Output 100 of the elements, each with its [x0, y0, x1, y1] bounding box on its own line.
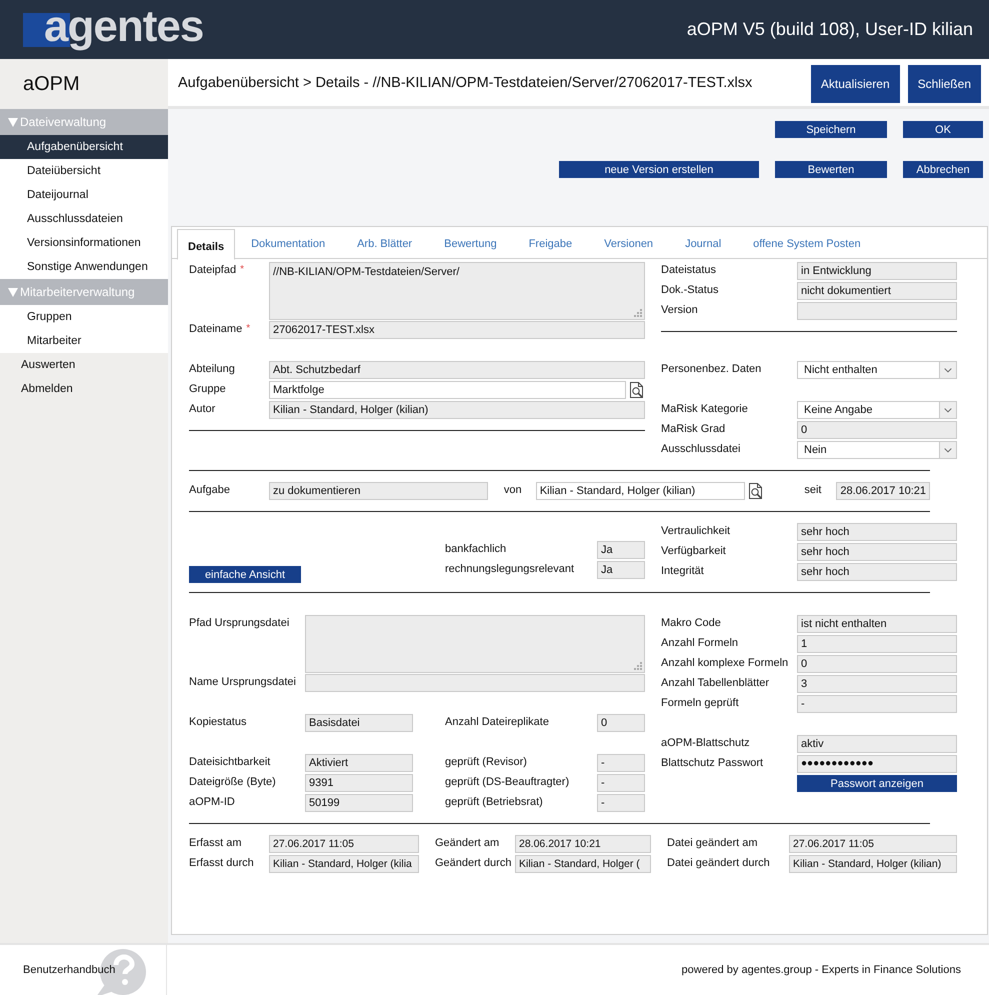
- sidebar-item[interactable]: Auswerten: [0, 353, 168, 377]
- toolbar-button[interactable]: Aktualisieren: [810, 64, 900, 102]
- readonly-field: -: [597, 774, 645, 792]
- field-label: Abteilung: [189, 363, 235, 375]
- readonly-field: zu dokumentieren: [269, 482, 488, 500]
- readonly-field: ist nicht enthalten: [797, 615, 957, 633]
- readonly-field: in Entwicklung: [797, 262, 957, 280]
- field-label: Vertraulichkeit: [661, 525, 730, 537]
- lookup-icon[interactable]: [628, 381, 645, 399]
- tab[interactable]: Bewertung: [428, 229, 513, 259]
- tab[interactable]: Dokumentation: [235, 229, 342, 259]
- readonly-field: Basisdatei: [305, 714, 413, 732]
- action-button[interactable]: OK: [903, 121, 983, 138]
- field-label: von: [504, 484, 522, 496]
- field-label: Verfügbarkeit: [661, 545, 726, 557]
- tab[interactable]: Details: [177, 229, 236, 260]
- action-button[interactable]: Speichern: [775, 121, 887, 138]
- field-label: Version: [661, 304, 698, 316]
- field-label: Dateipfad: [189, 264, 236, 276]
- field-label: Geändert durch: [435, 857, 512, 869]
- readonly-field: 27.06.2017 11:05: [269, 835, 419, 853]
- view-toggle-button[interactable]: einfache Ansicht: [189, 566, 301, 583]
- field-label: Makro Code: [661, 617, 721, 629]
- action-button[interactable]: Bewerten: [775, 161, 887, 178]
- readonly-field: Aktiviert: [305, 754, 413, 772]
- sidebar-item[interactable]: Dateiübersicht: [0, 159, 168, 183]
- field-label: seit: [804, 484, 822, 496]
- readonly-field: Ja: [597, 561, 645, 579]
- help-link[interactable]: Benutzerhandbuch: [23, 964, 116, 976]
- field-label: Anzahl Formeln: [661, 637, 738, 649]
- field-label: Anzahl Dateireplikate: [445, 716, 549, 728]
- field-label: Aufgabe: [189, 484, 230, 496]
- password-field: ●●●●●●●●●●●●: [797, 755, 957, 773]
- required-mark: *: [246, 323, 250, 334]
- sidebar-item[interactable]: Sonstige Anwendungen: [0, 255, 168, 279]
- field-label: Dok.-Status: [661, 284, 718, 296]
- readonly-field: 28.06.2017 10:21: [836, 482, 930, 500]
- tab[interactable]: Journal: [669, 229, 738, 259]
- readonly-field: sehr hoch: [797, 563, 957, 581]
- field-label: Geändert am: [435, 837, 500, 849]
- action-button[interactable]: Abbrechen: [903, 161, 983, 178]
- field-label: Autor: [189, 403, 216, 415]
- app-title: aOPM V5 (build 108), User-ID kilian: [686, 19, 973, 40]
- dropdown[interactable]: Nein: [797, 441, 957, 459]
- dropdown[interactable]: Keine Angabe: [797, 401, 957, 419]
- field-label: Kopiestatus: [189, 716, 246, 728]
- chevron-down-icon: [939, 362, 956, 378]
- input-field[interactable]: Marktfolge: [269, 381, 626, 399]
- sidebar-item[interactable]: Versionsinformationen: [0, 231, 168, 255]
- field-label: rechnungslegungsrelevant: [445, 563, 574, 575]
- field-label: Erfasst durch: [189, 857, 254, 869]
- resize-grip-icon[interactable]: [634, 662, 642, 670]
- field-label: Integrität: [661, 565, 704, 577]
- text-area: //NB-KILIAN/OPM-Testdateien/Server/: [269, 262, 645, 320]
- lookup-icon[interactable]: [747, 482, 764, 500]
- toolbar-button[interactable]: Schließen: [908, 64, 981, 102]
- action-button[interactable]: neue Version erstellen: [559, 161, 759, 178]
- field-label: Dateiname: [189, 323, 242, 335]
- field-label: Blattschutz Passwort: [661, 757, 764, 769]
- readonly-field: aktiv: [797, 735, 957, 753]
- resize-grip-icon[interactable]: [634, 309, 642, 317]
- chevron-down-icon: [939, 442, 956, 458]
- sidebar-item[interactable]: Abmelden: [0, 377, 168, 401]
- readonly-field: 1: [797, 635, 957, 653]
- field-label: MaRisk Kategorie: [661, 403, 748, 415]
- field-label: Anzahl Tabellenblätter: [661, 677, 770, 689]
- chevron-down-icon: [939, 402, 956, 418]
- field-label: geprüft (Betriebsrat): [445, 796, 543, 808]
- field-label: Anzahl komplexe Formeln: [661, 657, 788, 669]
- credit-text: powered by agentes.group - Experts in Finance Solutions: [682, 964, 961, 976]
- readonly-field: Ja: [597, 541, 645, 559]
- app-name: aOPM: [0, 59, 168, 109]
- field-label: Erfasst am: [189, 837, 242, 849]
- readonly-field: 28.06.2017 10:21: [515, 835, 651, 853]
- sidebar-item[interactable]: Aufgabenübersicht: [0, 135, 168, 159]
- field-label: Formeln geprüft: [661, 697, 739, 709]
- sidebar-item[interactable]: Ausschlussdateien: [0, 207, 168, 231]
- field-label: Dateigröße (Byte): [189, 776, 276, 788]
- tab[interactable]: Freigabe: [512, 229, 588, 259]
- input-field[interactable]: Kilian - Standard, Holger (kilian): [536, 482, 746, 500]
- breadcrumb: Aufgabenübersicht > Details - //NB-KILIAN/OPM-Testdateien/Server/27062017-TEST.xlsx: [178, 74, 752, 90]
- readonly-field: 0: [797, 421, 957, 439]
- sidebar-item[interactable]: Gruppen: [0, 305, 168, 329]
- readonly-field: 27062017-TEST.xlsx: [269, 321, 645, 339]
- readonly-field: Abt. Schutzbedarf: [269, 361, 645, 379]
- show-password-button[interactable]: Passwort anzeigen: [797, 775, 957, 792]
- tab[interactable]: offene System Posten: [737, 229, 877, 259]
- dropdown[interactable]: Nicht enthalten: [797, 361, 957, 379]
- sidebar-item[interactable]: Mitarbeiter: [0, 329, 168, 353]
- readonly-field: 9391: [305, 774, 413, 792]
- readonly-field: 50199: [305, 794, 413, 812]
- sidebar-item[interactable]: Dateijournal: [0, 183, 168, 207]
- field-label: Datei geändert durch: [667, 857, 770, 869]
- readonly-field: Kilian - Standard, Holger (: [515, 855, 651, 873]
- tab[interactable]: Arb. Blätter: [341, 229, 428, 259]
- readonly-field: nicht dokumentiert: [797, 282, 957, 300]
- field-label: bankfachlich: [445, 543, 506, 555]
- field-label: Dateistatus: [661, 264, 716, 276]
- tab[interactable]: Versionen: [588, 229, 670, 259]
- readonly-field: Kilian - Standard, Holger (kilian): [269, 401, 645, 419]
